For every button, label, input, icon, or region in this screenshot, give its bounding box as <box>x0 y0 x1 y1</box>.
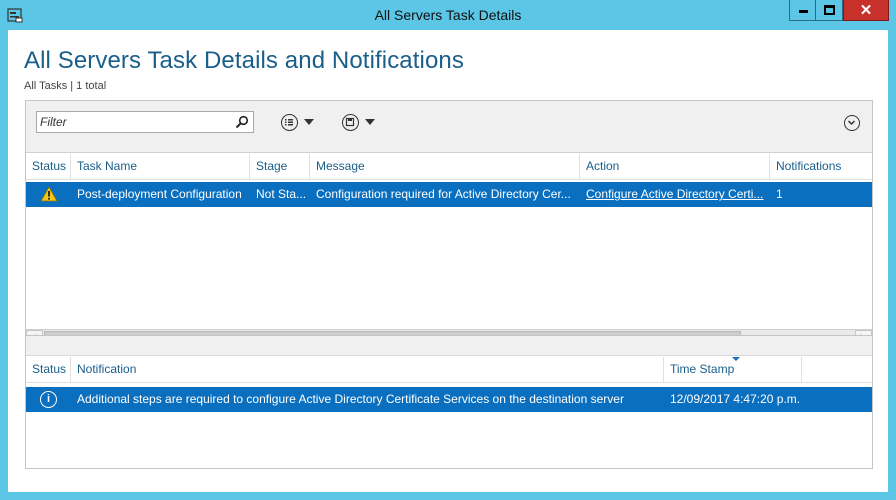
maximize-icon <box>824 5 835 15</box>
task-details-window: All Servers Task Details ✕ All Servers T… <box>0 0 896 500</box>
notifications-table-header: Status Notification Time Stamp <box>26 357 872 383</box>
tasks-count-label: All Tasks | 1 total <box>24 80 107 92</box>
column-header-notifications[interactable]: Notifications <box>770 154 872 180</box>
dropdown-arrow-icon <box>365 119 375 125</box>
column-header-action[interactable]: Action <box>580 154 770 180</box>
info-icon: i <box>40 391 57 408</box>
tasks-table-header: Status Task Name Stage Message Action No… <box>26 154 872 180</box>
task-name-cell: Post-deployment Configuration <box>77 187 242 201</box>
view-options-dropdown[interactable] <box>281 113 325 133</box>
column-header-notification[interactable]: Notification <box>71 357 664 383</box>
column-header-status[interactable]: Status <box>26 154 71 180</box>
dropdown-arrow-icon <box>304 119 314 125</box>
message-cell: Configuration required for Active Direct… <box>316 187 571 201</box>
action-link[interactable]: Configure Active Directory Certi... <box>580 182 770 207</box>
window-title: All Servers Task Details <box>374 7 522 23</box>
close-icon: ✕ <box>859 2 873 19</box>
stage-cell: Not Sta... <box>256 187 307 201</box>
tasks-toolbar <box>26 101 872 153</box>
column-header-status[interactable]: Status <box>26 357 71 383</box>
time-stamp-cell: 12/09/2017 4:47:20 p.m. <box>670 392 801 406</box>
maximize-button[interactable] <box>816 0 843 21</box>
page-title: All Servers Task Details and Notificatio… <box>24 47 464 74</box>
notifications-panel-header-bar <box>26 336 872 356</box>
search-icon[interactable] <box>235 115 249 129</box>
save-icon <box>342 114 359 131</box>
warning-icon <box>40 186 58 202</box>
sort-descending-icon <box>732 357 740 361</box>
notifications-count-cell: 1 <box>776 187 783 201</box>
minimize-icon <box>799 10 808 13</box>
table-row[interactable]: Post-deployment Configuration Not Sta...… <box>26 182 872 207</box>
filter-box[interactable] <box>36 111 254 133</box>
collapse-button[interactable] <box>844 115 860 131</box>
close-button[interactable]: ✕ <box>843 0 889 21</box>
notification-text-cell: Additional steps are required to configu… <box>77 392 624 406</box>
list-view-icon <box>281 114 298 131</box>
tasks-panel: Status Task Name Stage Message Action No… <box>25 100 873 352</box>
filter-input[interactable] <box>40 114 232 130</box>
notifications-panel: Status Notification Time Stamp i Additio… <box>25 335 873 469</box>
column-header-message[interactable]: Message <box>310 154 580 180</box>
column-header-task-name[interactable]: Task Name <box>71 154 250 180</box>
save-options-dropdown[interactable] <box>342 113 386 133</box>
title-bar[interactable]: All Servers Task Details ✕ <box>0 0 896 30</box>
client-area: All Servers Task Details and Notificatio… <box>8 30 888 492</box>
table-row[interactable]: i Additional steps are required to confi… <box>26 387 872 412</box>
column-header-stage[interactable]: Stage <box>250 154 310 180</box>
minimize-button[interactable] <box>789 0 816 21</box>
chevron-down-icon <box>847 120 856 126</box>
